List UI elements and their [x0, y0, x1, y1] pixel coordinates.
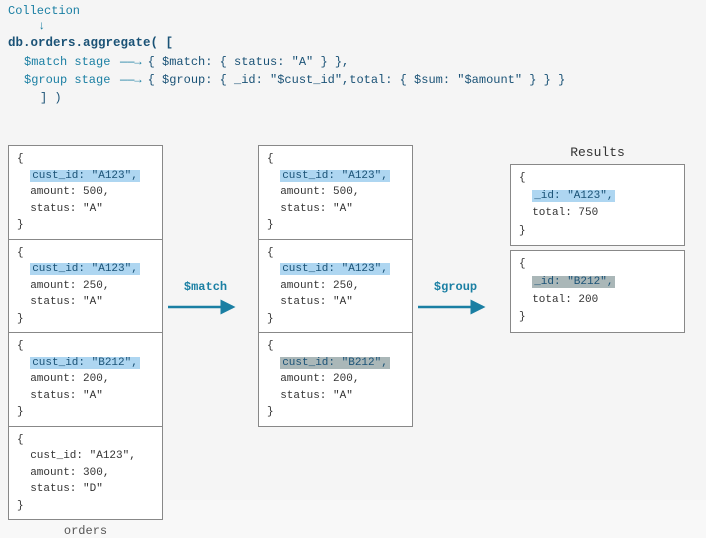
filtered-doc-box-3: { cust_id: "B212", amount: 200, status: …: [258, 333, 413, 427]
group-stage-label: $group stage: [24, 71, 114, 89]
result-box-1: { _id: "A123", total: 750 }: [510, 164, 685, 246]
doc1-custid-hl: cust_id: "A123",: [30, 170, 140, 182]
filtered-doc-box-1: { cust_id: "A123", amount: 500, status: …: [258, 145, 413, 240]
doc-box-1: { cust_id: "A123", amount: 500, status: …: [8, 145, 163, 240]
collection-label: Collection: [8, 2, 80, 20]
aggregate-line: db.orders.aggregate( [: [8, 34, 565, 53]
doc3-custid-hl: cust_id: "B212",: [30, 357, 140, 369]
fdoc3-custid-hl: cust_id: "B212",: [280, 357, 390, 369]
match-stage-line: $match stage ——→ { $match: { status: "A"…: [24, 53, 565, 71]
closing-bracket: ] ): [40, 89, 565, 107]
match-arrow-label: $match: [184, 280, 227, 294]
results-label: Results: [510, 145, 685, 160]
docs-column: { cust_id: "A123", amount: 500, status: …: [8, 145, 163, 538]
doc-box-3: { cust_id: "B212", amount: 200, status: …: [8, 333, 163, 427]
result1-id-hl: _id: "A123",: [532, 190, 615, 202]
group-arrow-svg: [418, 296, 493, 318]
collection-name: orders: [8, 524, 163, 538]
group-stage-code: { $group: { _id: "$cust_id",total: { $su…: [148, 71, 566, 89]
doc2-custid-hl: cust_id: "A123",: [30, 263, 140, 275]
result2-id-hl: _id: "B212",: [532, 276, 615, 288]
match-arrow-group: $match: [168, 280, 243, 318]
group-stage-line: $group stage ——→ { $group: { _id: "$cust…: [24, 71, 565, 89]
match-arrow-svg: [168, 296, 243, 318]
results-column: Results { _id: "A123", total: 750 } { _i…: [510, 145, 685, 337]
group-arrow-group: $group: [418, 280, 493, 318]
doc-box-2: { cust_id: "A123", amount: 250, status: …: [8, 240, 163, 334]
group-stage-arrow: ——→: [120, 71, 142, 89]
doc-box-4: { cust_id: "A123", amount: 300, status: …: [8, 427, 163, 521]
match-stage-arrow: ——→: [120, 53, 142, 71]
filtered-column: { cust_id: "A123", amount: 500, status: …: [258, 145, 413, 427]
result-box-2: { _id: "B212", total: 200 }: [510, 250, 685, 332]
fdoc1-custid-hl: cust_id: "A123",: [280, 170, 390, 182]
match-stage-label: $match stage: [24, 53, 114, 71]
filtered-doc-box-2: { cust_id: "A123", amount: 250, status: …: [258, 240, 413, 334]
fdoc2-custid-hl: cust_id: "A123",: [280, 263, 390, 275]
top-code: Collection ↓ db.orders.aggregate( [ $mat…: [8, 2, 565, 107]
diagram-container: Collection ↓ db.orders.aggregate( [ $mat…: [0, 0, 706, 500]
group-arrow-label: $group: [434, 280, 477, 294]
collection-down-arrow: ↓: [38, 20, 565, 32]
match-stage-code: { $match: { status: "A" } },: [148, 53, 350, 71]
